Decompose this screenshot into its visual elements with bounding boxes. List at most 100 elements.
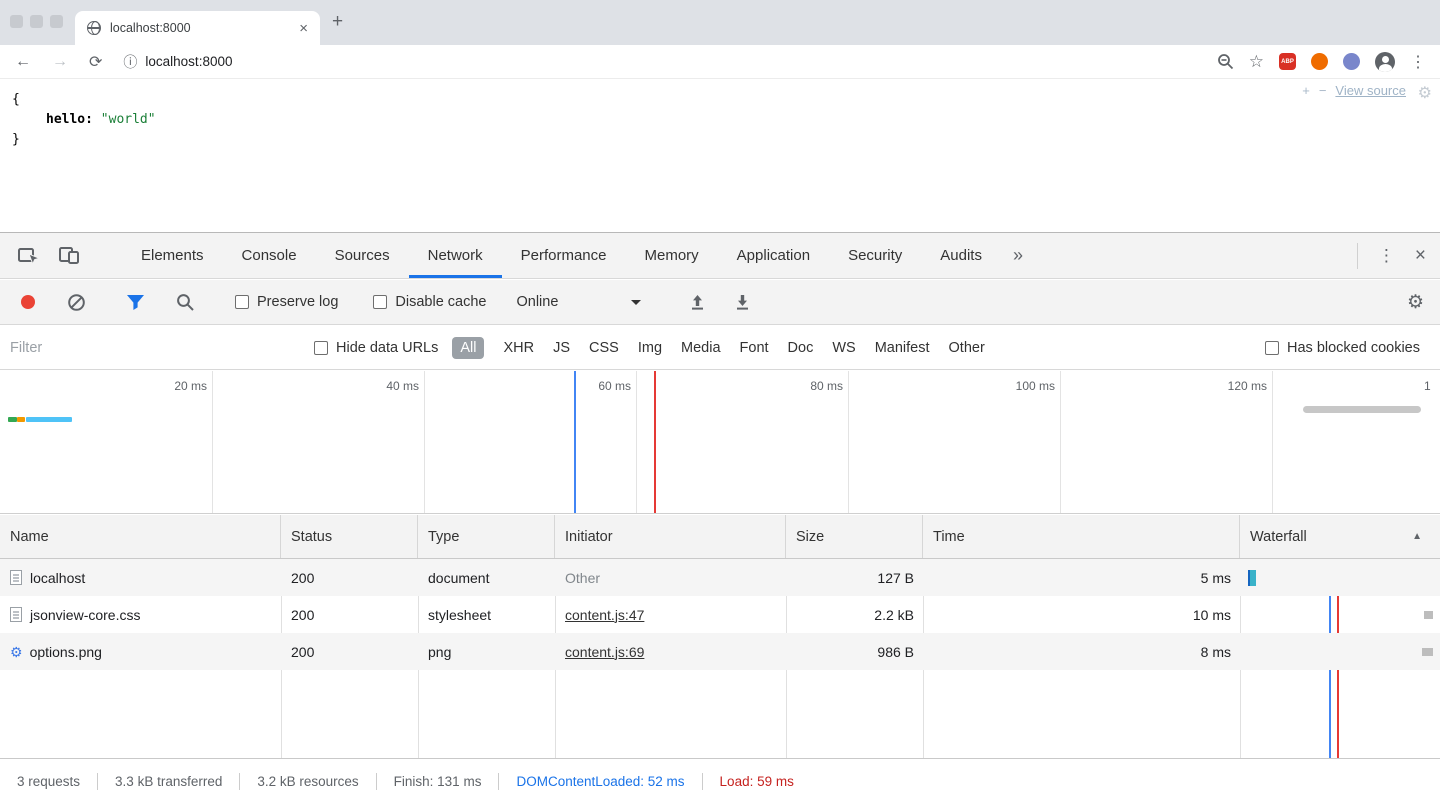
- adblock-extension-icon[interactable]: ABP: [1279, 53, 1296, 70]
- filter-pill-css[interactable]: CSS: [589, 340, 619, 356]
- filter-pill-ws[interactable]: WS: [832, 340, 855, 356]
- devtools-menu-icon[interactable]: ⋮: [1368, 246, 1405, 266]
- chevron-down-icon: [631, 300, 641, 305]
- bookmark-star-icon[interactable]: ☆: [1249, 52, 1264, 72]
- address-bar[interactable]: localhost:8000: [145, 54, 232, 69]
- hide-data-urls-checkbox[interactable]: [314, 341, 328, 355]
- column-header-time[interactable]: Time: [923, 515, 1240, 558]
- request-row-localhost[interactable]: localhost 200 document Other 127 B 5 ms: [0, 559, 1440, 596]
- column-header-name[interactable]: Name: [0, 515, 281, 558]
- back-icon[interactable]: ←: [15, 53, 31, 71]
- request-status: 200: [281, 559, 418, 596]
- tab-memory[interactable]: Memory: [626, 233, 718, 278]
- preserve-log-label: Preserve log: [257, 294, 338, 310]
- tick-label: 120 ms: [1182, 379, 1267, 393]
- profile-avatar[interactable]: [1375, 52, 1395, 72]
- request-name: jsonview-core.css: [30, 607, 140, 623]
- filter-pill-doc[interactable]: Doc: [788, 340, 814, 356]
- jsonview-options-gear-icon[interactable]: ⚙: [1418, 83, 1432, 103]
- column-header-initiator[interactable]: Initiator: [555, 515, 786, 558]
- filter-pill-font[interactable]: Font: [740, 340, 769, 356]
- has-blocked-cookies-label: Has blocked cookies: [1287, 340, 1420, 356]
- export-har-icon[interactable]: [734, 294, 751, 311]
- tab-elements[interactable]: Elements: [122, 233, 223, 278]
- overview-scrollbar[interactable]: [1303, 406, 1421, 413]
- window-maximize-button[interactable]: [50, 15, 63, 28]
- filter-pill-media[interactable]: Media: [681, 340, 721, 356]
- request-status: 200: [281, 596, 418, 633]
- new-tab-button[interactable]: +: [332, 11, 343, 33]
- view-source-link[interactable]: View source: [1335, 83, 1406, 98]
- browser-menu-icon[interactable]: ⋮: [1410, 52, 1426, 72]
- expand-all-button[interactable]: +: [1302, 83, 1310, 98]
- filter-funnel-icon[interactable]: [126, 294, 145, 311]
- filter-pill-all[interactable]: All: [452, 337, 484, 359]
- tab-console[interactable]: Console: [223, 233, 316, 278]
- search-icon[interactable]: [176, 293, 195, 312]
- column-header-status[interactable]: Status: [281, 515, 418, 558]
- column-header-type[interactable]: Type: [418, 515, 555, 558]
- extension-icon-blue[interactable]: [1343, 53, 1360, 70]
- column-header-size[interactable]: Size: [786, 515, 923, 558]
- import-har-icon[interactable]: [689, 294, 706, 311]
- browser-tab[interactable]: localhost:8000 ×: [75, 11, 320, 45]
- reload-icon[interactable]: ⟳: [89, 52, 102, 72]
- network-settings-gear-icon[interactable]: ⚙: [1407, 291, 1424, 314]
- request-initiator: Other: [555, 559, 786, 596]
- network-overview[interactable]: 20 ms 40 ms 60 ms 80 ms 100 ms 120 ms 1: [0, 371, 1440, 514]
- collapse-all-button[interactable]: −: [1319, 83, 1327, 98]
- tab-sources[interactable]: Sources: [316, 233, 409, 278]
- filter-pill-js[interactable]: JS: [553, 340, 570, 356]
- window-controls[interactable]: [10, 15, 63, 28]
- forward-icon[interactable]: →: [52, 53, 68, 71]
- request-initiator: content.js:47: [555, 596, 786, 633]
- request-initiator: content.js:69: [555, 633, 786, 670]
- zoom-icon[interactable]: [1217, 53, 1234, 70]
- tab-close-icon[interactable]: ×: [299, 20, 308, 37]
- filter-pill-xhr[interactable]: XHR: [503, 340, 534, 356]
- clear-network-log-icon[interactable]: [67, 293, 86, 312]
- request-name-cell: localhost: [0, 559, 281, 596]
- device-toolbar-icon[interactable]: [59, 246, 80, 265]
- throttling-select[interactable]: Online: [516, 294, 641, 310]
- request-row-jsonview-core-css[interactable]: jsonview-core.css 200 stylesheet content…: [0, 596, 1440, 633]
- grid-line: [848, 371, 849, 513]
- network-toolbar: Preserve log Disable cache Online ⚙: [0, 280, 1440, 325]
- transferred-size: 3.3 kB transferred: [98, 774, 239, 789]
- tab-network[interactable]: Network: [409, 233, 502, 278]
- column-header-waterfall[interactable]: Waterfall ▲: [1240, 515, 1440, 558]
- tab-audits[interactable]: Audits: [921, 233, 1001, 278]
- tab-performance[interactable]: Performance: [502, 233, 626, 278]
- devtools-close-icon[interactable]: ×: [1405, 245, 1440, 267]
- tab-security[interactable]: Security: [829, 233, 921, 278]
- filter-input[interactable]: [10, 340, 288, 356]
- filter-pill-img[interactable]: Img: [638, 340, 662, 356]
- window-close-button[interactable]: [10, 15, 23, 28]
- disable-cache-checkbox[interactable]: [373, 295, 387, 309]
- record-network-log-icon[interactable]: [21, 295, 35, 309]
- initiator-link[interactable]: content.js:47: [565, 607, 644, 623]
- extension-icon-orange[interactable]: [1311, 53, 1328, 70]
- browser-window: localhost:8000 × + ← → ⟳ ⓘ localhost:800…: [0, 0, 1440, 804]
- filter-pill-other[interactable]: Other: [949, 340, 985, 356]
- request-row-options-png[interactable]: ⚙ options.png 200 png content.js:69 986 …: [0, 633, 1440, 670]
- request-name-cell: ⚙ options.png: [0, 633, 281, 670]
- waterfall-bar: [1250, 570, 1256, 586]
- grid-line: [212, 371, 213, 513]
- json-key: hello:: [46, 112, 93, 127]
- filter-pill-manifest[interactable]: Manifest: [875, 340, 930, 356]
- inspect-element-icon[interactable]: [18, 246, 41, 266]
- request-size: 2.2 kB: [786, 596, 923, 633]
- request-type: stylesheet: [418, 596, 555, 633]
- json-line: hello: "world": [12, 110, 1440, 130]
- more-tabs-icon[interactable]: »: [1001, 245, 1035, 266]
- has-blocked-cookies-checkbox[interactable]: [1265, 341, 1279, 355]
- initiator-link[interactable]: content.js:69: [565, 644, 644, 660]
- waterfall-bar: [1422, 648, 1433, 656]
- request-name: options.png: [30, 644, 102, 660]
- preserve-log-checkbox[interactable]: [235, 295, 249, 309]
- page-info-icon[interactable]: ⓘ: [123, 52, 137, 72]
- window-minimize-button[interactable]: [30, 15, 43, 28]
- tab-application[interactable]: Application: [718, 233, 829, 278]
- request-time: 10 ms: [923, 596, 1240, 633]
